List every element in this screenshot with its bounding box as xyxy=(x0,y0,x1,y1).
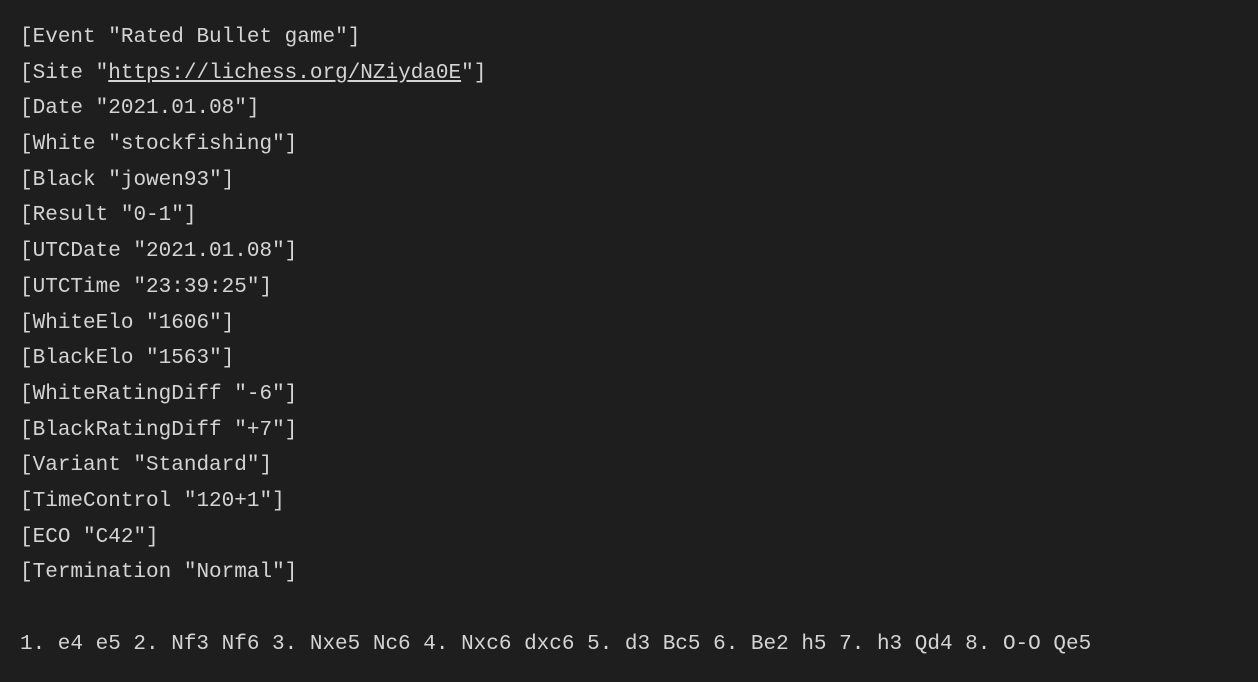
pgn-tag-value: 2021.01.08 xyxy=(146,240,272,263)
pgn-tag-value-link[interactable]: https://lichess.org/NZiyda0E xyxy=(108,62,461,85)
pgn-tag-key: Termination xyxy=(33,561,172,584)
pgn-tag-key: Result xyxy=(33,204,109,227)
pgn-tag-key: UTCTime xyxy=(33,276,121,299)
pgn-tag-line: [Black "jowen93"] xyxy=(20,163,1238,199)
pgn-tags: [Event "Rated Bullet game"][Site "https:… xyxy=(20,20,1238,591)
pgn-tag-key: WhiteElo xyxy=(33,312,134,335)
pgn-tag-line: [BlackElo "1563"] xyxy=(20,341,1238,377)
pgn-tag-key: TimeControl xyxy=(33,490,172,513)
pgn-text-block: [Event "Rated Bullet game"][Site "https:… xyxy=(0,0,1258,682)
pgn-tag-key: Event xyxy=(33,26,96,49)
pgn-tag-key: ECO xyxy=(33,526,71,549)
pgn-tag-line: [Event "Rated Bullet game"] xyxy=(20,20,1238,56)
pgn-tag-line: [UTCTime "23:39:25"] xyxy=(20,270,1238,306)
pgn-tag-value: 23:39:25 xyxy=(146,276,247,299)
pgn-tag-line: [ECO "C42"] xyxy=(20,520,1238,556)
pgn-tag-value: C42 xyxy=(96,526,134,549)
pgn-tag-key: BlackRatingDiff xyxy=(33,419,222,442)
pgn-tag-line: [WhiteElo "1606"] xyxy=(20,306,1238,342)
pgn-tag-line: [Termination "Normal"] xyxy=(20,555,1238,591)
pgn-tag-value: 1606 xyxy=(159,312,209,335)
pgn-tag-value: -6 xyxy=(247,383,272,406)
pgn-tag-value: 2021.01.08 xyxy=(108,97,234,120)
pgn-tag-value: 0-1 xyxy=(133,204,171,227)
pgn-tag-line: [TimeControl "120+1"] xyxy=(20,484,1238,520)
pgn-tag-line: [UTCDate "2021.01.08"] xyxy=(20,234,1238,270)
pgn-tag-key: Variant xyxy=(33,454,121,477)
pgn-tag-line: [Site "https://lichess.org/NZiyda0E"] xyxy=(20,56,1238,92)
pgn-tag-key: UTCDate xyxy=(33,240,121,263)
pgn-tag-key: Site xyxy=(33,62,83,85)
pgn-tag-value: 120+1 xyxy=(196,490,259,513)
pgn-moves: 1. e4 e5 2. Nf3 Nf6 3. Nxe5 Nc6 4. Nxc6 … xyxy=(20,627,1238,663)
pgn-tag-value: +7 xyxy=(247,419,272,442)
pgn-tag-key: WhiteRatingDiff xyxy=(33,383,222,406)
pgn-tag-line: [Date "2021.01.08"] xyxy=(20,91,1238,127)
pgn-tag-key: BlackElo xyxy=(33,347,134,370)
pgn-tag-value: Standard xyxy=(146,454,247,477)
pgn-tag-line: [WhiteRatingDiff "-6"] xyxy=(20,377,1238,413)
pgn-tag-line: [Result "0-1"] xyxy=(20,198,1238,234)
pgn-tag-value: stockfishing xyxy=(121,133,272,156)
pgn-tag-line: [White "stockfishing"] xyxy=(20,127,1238,163)
pgn-tag-value: Rated Bullet game xyxy=(121,26,335,49)
pgn-tag-value: jowen93 xyxy=(121,169,209,192)
pgn-tag-key: Date xyxy=(33,97,83,120)
pgn-tag-key: Black xyxy=(33,169,96,192)
pgn-tag-value: Normal xyxy=(196,561,272,584)
pgn-tag-value: 1563 xyxy=(159,347,209,370)
pgn-tag-key: White xyxy=(33,133,96,156)
pgn-tag-line: [Variant "Standard"] xyxy=(20,448,1238,484)
pgn-tag-line: [BlackRatingDiff "+7"] xyxy=(20,413,1238,449)
